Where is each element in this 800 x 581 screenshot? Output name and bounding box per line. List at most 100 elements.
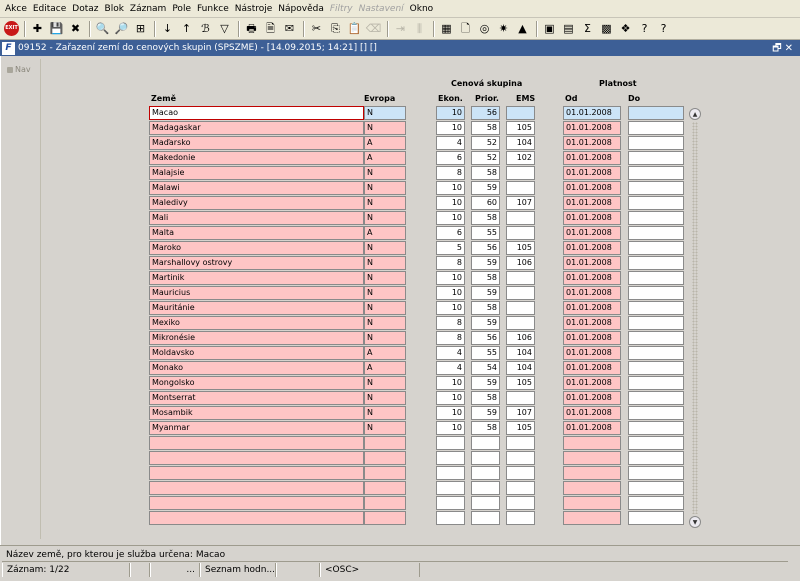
menu-okno[interactable]: Okno xyxy=(407,4,437,14)
calendar-icon[interactable]: ▤ xyxy=(560,20,577,37)
menu-nastroje[interactable]: Nástroje xyxy=(232,4,276,14)
od-field[interactable]: 01.01.2008 xyxy=(563,106,621,120)
zeme-field[interactable]: Mauritánie xyxy=(149,301,364,315)
ems-field[interactable] xyxy=(506,391,535,405)
ekon-field[interactable] xyxy=(436,481,465,495)
do-field[interactable] xyxy=(628,421,684,435)
ekon-field[interactable] xyxy=(436,511,465,525)
prior-field[interactable]: 56 xyxy=(471,331,500,345)
menu-filtry[interactable]: Filtry xyxy=(327,4,356,14)
filter-icon[interactable]: ▽ xyxy=(216,20,233,37)
zeme-field[interactable]: Maďarsko xyxy=(149,136,364,150)
evropa-field[interactable]: N xyxy=(364,166,406,180)
query-execute-icon[interactable]: 🔎 xyxy=(113,20,130,37)
menu-akce[interactable]: Akce xyxy=(2,4,30,14)
od-field[interactable] xyxy=(563,466,621,480)
zeme-field[interactable]: Malajsie xyxy=(149,166,364,180)
zeme-field[interactable]: Mosambik xyxy=(149,406,364,420)
evropa-field[interactable] xyxy=(364,451,406,465)
globe-icon[interactable]: ◎ xyxy=(476,20,493,37)
prior-field[interactable]: 58 xyxy=(471,421,500,435)
prior-field[interactable] xyxy=(471,481,500,495)
od-field[interactable]: 01.01.2008 xyxy=(563,211,621,225)
do-field[interactable] xyxy=(628,376,684,390)
do-field[interactable] xyxy=(628,316,684,330)
od-field[interactable] xyxy=(563,496,621,510)
zeme-field[interactable]: Malawi xyxy=(149,181,364,195)
prior-field[interactable] xyxy=(471,511,500,525)
ekon-field[interactable]: 4 xyxy=(436,346,465,360)
do-field[interactable] xyxy=(628,226,684,240)
calculator-icon[interactable]: ▦ xyxy=(438,20,455,37)
ekon-field[interactable]: 8 xyxy=(436,316,465,330)
evropa-field[interactable]: N xyxy=(364,331,406,345)
ems-field[interactable] xyxy=(506,301,535,315)
zeme-field[interactable] xyxy=(149,466,364,480)
do-field[interactable] xyxy=(628,211,684,225)
delete-record-icon[interactable]: ✖ xyxy=(67,20,84,37)
evropa-field[interactable]: N xyxy=(364,106,406,120)
zeme-field[interactable]: Mongolsko xyxy=(149,376,364,390)
od-field[interactable]: 01.01.2008 xyxy=(563,346,621,360)
od-field[interactable]: 01.01.2008 xyxy=(563,196,621,210)
evropa-field[interactable]: A xyxy=(364,361,406,375)
evropa-field[interactable] xyxy=(364,481,406,495)
prior-field[interactable] xyxy=(471,451,500,465)
od-field[interactable]: 01.01.2008 xyxy=(563,286,621,300)
zeme-field[interactable]: Malta xyxy=(149,226,364,240)
warning-icon[interactable]: ▲ xyxy=(514,20,531,37)
od-field[interactable]: 01.01.2008 xyxy=(563,301,621,315)
menu-nastaveni[interactable]: Nastavení xyxy=(356,4,407,14)
ems-field[interactable] xyxy=(506,181,535,195)
od-field[interactable]: 01.01.2008 xyxy=(563,391,621,405)
new-record-icon[interactable]: ✚ xyxy=(29,20,46,37)
zeme-field[interactable]: Montserrat xyxy=(149,391,364,405)
evropa-field[interactable] xyxy=(364,511,406,525)
zeme-field[interactable]: Madagaskar xyxy=(149,121,364,135)
cut-icon[interactable]: ✂ xyxy=(308,20,325,37)
evropa-field[interactable]: N xyxy=(364,241,406,255)
ems-field[interactable] xyxy=(506,166,535,180)
od-field[interactable]: 01.01.2008 xyxy=(563,406,621,420)
do-field[interactable] xyxy=(628,451,684,465)
prior-field[interactable]: 59 xyxy=(471,406,500,420)
scroll-down-icon[interactable]: ▼ xyxy=(689,516,701,528)
do-field[interactable] xyxy=(628,271,684,285)
evropa-field[interactable]: N xyxy=(364,301,406,315)
print-icon[interactable]: 🖶 xyxy=(243,20,260,37)
query-count-icon[interactable]: ⊞ xyxy=(132,20,149,37)
ekon-field[interactable]: 5 xyxy=(436,241,465,255)
prior-field[interactable]: 55 xyxy=(471,346,500,360)
do-field[interactable] xyxy=(628,406,684,420)
prior-field[interactable]: 58 xyxy=(471,301,500,315)
prior-field[interactable]: 56 xyxy=(471,106,500,120)
evropa-field[interactable]: N xyxy=(364,271,406,285)
do-field[interactable] xyxy=(628,481,684,495)
evropa-field[interactable]: A xyxy=(364,226,406,240)
zeme-field[interactable]: Makedonie xyxy=(149,151,364,165)
evropa-field[interactable]: N xyxy=(364,421,406,435)
zeme-field[interactable]: Maledivy xyxy=(149,196,364,210)
do-field[interactable] xyxy=(628,151,684,165)
ems-field[interactable] xyxy=(506,286,535,300)
prior-field[interactable]: 54 xyxy=(471,361,500,375)
do-field[interactable] xyxy=(628,181,684,195)
do-field[interactable] xyxy=(628,466,684,480)
ems-field[interactable]: 104 xyxy=(506,346,535,360)
web-icon[interactable]: ❖ xyxy=(617,20,634,37)
ems-field[interactable] xyxy=(506,316,535,330)
prior-field[interactable]: 58 xyxy=(471,211,500,225)
paste-icon[interactable]: 📋 xyxy=(346,20,363,37)
prior-field[interactable]: 58 xyxy=(471,271,500,285)
scroll-up-icon[interactable]: ▲ xyxy=(689,108,701,120)
do-field[interactable] xyxy=(628,346,684,360)
zeme-field[interactable]: Moldavsko xyxy=(149,346,364,360)
ems-field[interactable] xyxy=(506,211,535,225)
evropa-field[interactable]: N xyxy=(364,196,406,210)
ems-field[interactable]: 105 xyxy=(506,421,535,435)
preview-icon[interactable]: 🗎 xyxy=(262,20,279,37)
menu-zaznam[interactable]: Záznam xyxy=(127,4,169,14)
od-field[interactable]: 01.01.2008 xyxy=(563,166,621,180)
zeme-field[interactable] xyxy=(149,496,364,510)
prior-field[interactable]: 59 xyxy=(471,286,500,300)
